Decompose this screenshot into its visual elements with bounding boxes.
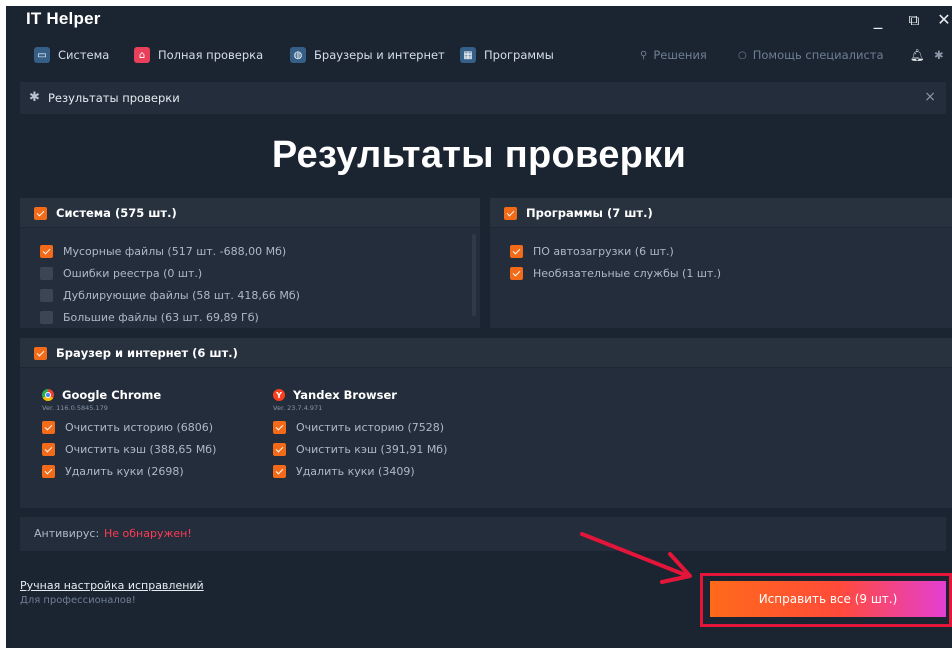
list-item[interactable]: Удалить куки (2698) [42,465,184,478]
list-item[interactable]: Очистить кэш (391,91 Мб) [273,443,447,456]
programs-card-title: Программы (7 шт.) [526,206,653,220]
nav-specialist-help[interactable]: ○ Помощь специалиста [738,44,884,66]
checkbox[interactable] [510,267,523,280]
item-label: Удалить куки (2698) [65,465,184,478]
maximize-button[interactable]: ⧉ [902,8,926,32]
page-title: Результаты проверки [271,134,687,176]
bell-icon[interactable]: 🔔︎ [910,44,925,66]
annotation-arrow [580,532,692,584]
results-panel-header: ✱ Результаты проверки × [20,82,946,114]
close-panel-button[interactable]: × [924,89,936,105]
app-title: IT Helper [26,9,101,28]
chrome-icon [42,389,54,401]
antivirus-status-bar: Антивирус: Не обнаружен! [20,517,946,551]
browser-version: Ver. 23.7.4.971 [273,404,323,412]
manual-settings-link[interactable]: Ручная настройка исправлений [20,579,204,592]
antivirus-label: Антивирус: [34,527,100,540]
home-icon: ⌂ [134,47,150,63]
programs-card: Программы (7 шт.) ПО автозагрузки (6 шт.… [490,198,952,328]
list-item[interactable]: Мусорные файлы (517 шт. -688,00 Мб) [40,245,286,258]
nav-label: Браузеры и интернет [314,48,445,62]
scrollbar[interactable] [472,234,476,316]
checkbox[interactable] [40,245,53,258]
top-nav: ▭ Система ⌂ Полная проверка ◍ Браузеры и… [6,36,952,72]
item-label: Очистить историю (7528) [296,421,445,434]
list-item[interactable]: Очистить кэш (388,65 Мб) [42,443,216,456]
item-label: Удалить куки (3409) [296,465,415,478]
list-item[interactable]: Ошибки реестра (0 шт.) [40,267,202,280]
programs-card-header: Программы (7 шт.) [490,198,952,228]
checkbox[interactable] [42,443,55,456]
yandex-icon: Y [273,389,285,401]
list-item[interactable]: ПО автозагрузки (6 шт.) [510,245,674,258]
list-item[interactable]: Необязательные службы (1 шт.) [510,267,721,280]
gear-icon[interactable]: ✱ [934,44,944,66]
system-card: Система (575 шт.) Мусорные файлы (517 шт… [20,198,480,328]
item-label: ПО автозагрузки (6 шт.) [533,245,674,258]
gear-icon: ✱ [29,90,40,105]
nav-item-browsers[interactable]: ◍ Браузеры и интернет [290,44,445,66]
list-item[interactable]: Очистить историю (7528) [273,421,444,434]
browser-card-title: Браузер и интернет (6 шт.) [56,346,238,360]
antivirus-status: Не обнаружен! [104,527,192,540]
item-label: Дублирующие файлы (58 шт. 418,66 Мб) [63,289,300,302]
apps-icon: ▦ [460,47,476,63]
checkbox[interactable] [40,267,53,280]
nav-label: Программы [484,48,554,62]
monitor-icon: ▭ [34,47,50,63]
item-label: Очистить кэш (391,91 Мб) [296,443,448,456]
checkbox[interactable] [510,245,523,258]
item-label: Ошибки реестра (0 шт.) [63,267,203,280]
browser-name: Yandex Browser [293,388,397,402]
list-item[interactable]: Большие файлы (63 шт. 69,89 Гб) [40,311,259,324]
browser-yandex: Y Yandex Browser [273,388,397,402]
nav-label: Полная проверка [158,48,264,62]
list-item[interactable]: Дублирующие файлы (58 шт. 418,66 Мб) [40,289,300,302]
nav-label: Решения [653,48,707,62]
browser-card: Браузер и интернет (6 шт.) Google Chrome… [20,338,952,508]
system-card-title: Система (575 шт.) [56,206,177,220]
checkbox[interactable] [273,421,286,434]
checkbox[interactable] [42,465,55,478]
system-card-header: Система (575 шт.) [20,198,480,228]
globe-icon: ◍ [290,47,306,63]
nav-label: Помощь специалиста [752,48,884,62]
item-label: Большие файлы (63 шт. 69,89 Гб) [63,311,259,324]
app-window: IT Helper _ ⧉ ✕ ▭ Система ⌂ Полная прове… [6,6,952,648]
browser-card-header: Браузер и интернет (6 шт.) [20,338,952,368]
title-bar: IT Helper _ ⧉ ✕ [6,6,952,36]
item-label: Мусорные файлы (517 шт. -688,00 Мб) [63,245,287,258]
chat-icon: ○ [738,49,747,61]
close-window-button[interactable]: ✕ [932,8,952,32]
nav-solutions[interactable]: ⚲ Решения [640,44,707,66]
nav-item-full-scan[interactable]: ⌂ Полная проверка [134,44,263,66]
system-checkbox[interactable] [34,207,47,220]
search-icon: ⚲ [640,49,648,61]
browser-name: Google Chrome [62,388,162,402]
list-item[interactable]: Очистить историю (6806) [42,421,213,434]
checkbox[interactable] [42,421,55,434]
browser-version: Ver. 116.0.5845.179 [42,404,108,412]
checkbox[interactable] [40,289,53,302]
list-item[interactable]: Удалить куки (3409) [273,465,415,478]
minimize-button[interactable]: _ [866,8,890,32]
item-label: Очистить историю (6806) [65,421,214,434]
nav-item-system[interactable]: ▭ Система [34,44,109,66]
checkbox[interactable] [273,465,286,478]
browser-checkbox[interactable] [34,347,47,360]
panel-title: Результаты проверки [48,91,180,105]
nav-item-programs[interactable]: ▦ Программы [460,44,554,66]
programs-checkbox[interactable] [504,207,517,220]
checkbox[interactable] [40,311,53,324]
fix-all-button[interactable]: Исправить все (9 шт.) [710,581,946,617]
item-label: Необязательные службы (1 шт.) [533,267,722,280]
checkbox[interactable] [273,443,286,456]
manual-settings-subtitle: Для профессионалов! [20,595,136,606]
item-label: Очистить кэш (388,65 Мб) [65,443,217,456]
browser-chrome: Google Chrome [42,388,161,402]
nav-label: Система [58,48,110,62]
